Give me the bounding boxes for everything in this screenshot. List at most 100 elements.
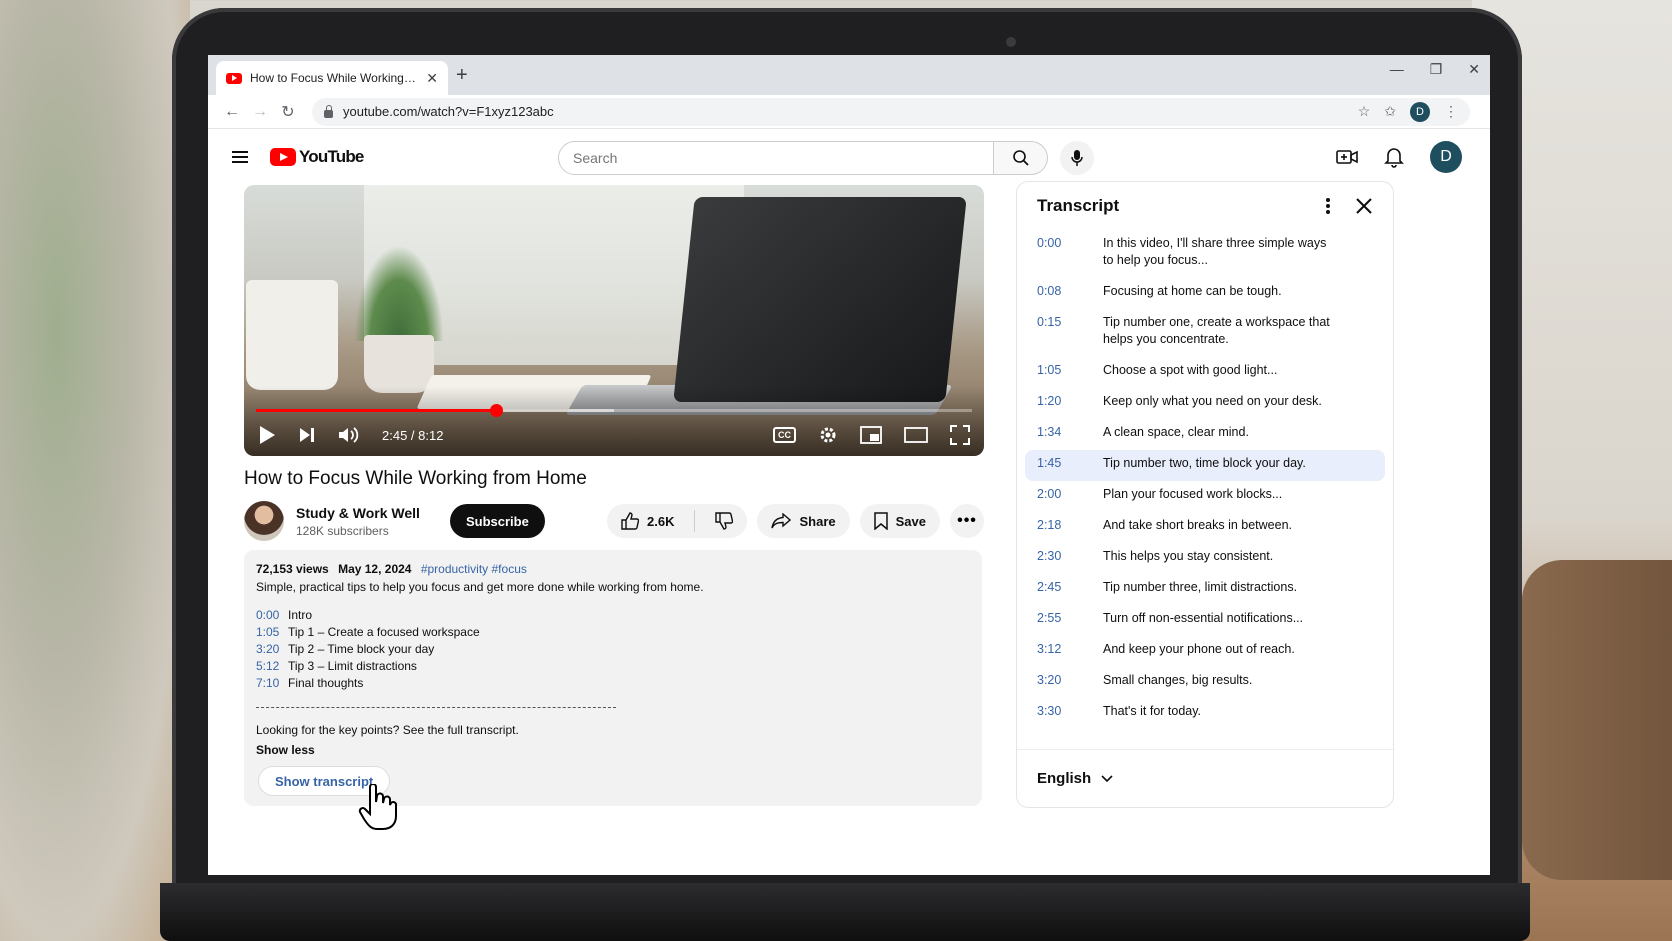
subscribe-button[interactable]: Subscribe [449,504,545,538]
chapter-label: Tip 3 – Limit distractions [288,659,417,673]
chapter-timestamp[interactable]: 7:10 [256,676,288,693]
volume-icon [339,427,359,443]
player-right-controls: CC [773,425,970,445]
transcript-line[interactable]: 2:45 Tip number three, limit distractions… [1025,574,1385,605]
share-button[interactable]: Share [757,504,850,538]
chapter-label: Tip 2 – Time block your day [288,642,435,656]
description-box[interactable]: 72,153 views May 12, 2024 #productivity … [244,550,982,806]
settings-gear-icon[interactable] [818,425,838,445]
miniplayer-icon[interactable] [860,426,882,444]
address-bar[interactable]: youtube.com/watch?v=F1xyz123abc ☆ ✩ D ⋮ [312,97,1470,126]
video-player[interactable]: 2:45 / 8:12 CC [244,185,984,456]
more-vertical-icon[interactable] [1325,197,1331,215]
menu-icon[interactable] [232,151,248,163]
captions-icon[interactable]: CC [773,427,796,443]
transcript-line[interactable]: 1:05 Choose a spot with good light... [1025,357,1385,388]
new-tab-icon[interactable]: + [456,64,468,87]
bookmark-icon [873,512,888,530]
close-window-icon[interactable]: ✕ [1468,61,1480,78]
star-bookmark-icon[interactable]: ☆ [1358,103,1371,120]
search-input[interactable]: Search [558,141,994,175]
restore-icon[interactable]: ❐ [1430,61,1443,78]
create-video-icon[interactable] [1336,148,1358,166]
language-selector[interactable]: English [1017,749,1393,807]
transcript-text: Tip number two, time block your day. [1103,456,1306,470]
progress-bar[interactable] [256,404,972,417]
browser-profile-avatar[interactable]: D [1410,101,1430,122]
theater-mode-icon[interactable] [904,427,928,443]
like-button[interactable]: 2.6K [621,512,674,530]
transcript-line[interactable]: 2:00 Plan your focused work blocks... [1025,481,1385,512]
chapter-label: Final thoughts [288,676,364,690]
youtube-logo[interactable]: YouTube [270,147,364,167]
notifications-bell-icon[interactable] [1384,146,1404,168]
close-tab-icon[interactable]: ✕ [426,70,438,87]
lock-icon [324,104,333,118]
transcript-timestamp: 0:00 [1037,236,1062,250]
channel-name[interactable]: Study & Work Well [296,505,420,521]
next-track-icon [300,428,314,442]
chapter-timestamp[interactable]: 3:20 [256,642,288,659]
transcript-line[interactable]: 1:45 Tip number two, time block your day. [1025,450,1385,481]
like-divider [694,510,696,532]
video-frame-pot [364,335,434,393]
show-less-link[interactable]: Show less [256,743,970,757]
transcript-line[interactable]: 3:20 Small changes, big results. [1025,667,1385,698]
next-button[interactable] [298,426,316,444]
transcript-line[interactable]: 2:30 This helps you stay consistent. [1025,543,1385,574]
thumbs-down-icon[interactable] [715,512,734,530]
save-button[interactable]: Save [859,504,940,538]
transcript-line[interactable]: 3:30 That's it for today. [1025,698,1385,729]
video-frame-laptop-screen [673,197,967,402]
transcript-timestamp: 3:20 [1037,673,1062,687]
transcript-title: Transcript [1037,196,1120,215]
chapter-list: 0:00 Intro 1:05 Tip 1 – Create a focused w… [256,608,970,693]
browser-menu-icon[interactable]: ⋮ [1444,103,1458,120]
youtube-favicon-icon [226,72,242,84]
logo-text: YouTube [299,147,364,166]
transcript-timestamp: 0:15 [1037,315,1062,329]
language-label: English [1037,770,1092,787]
transcript-line[interactable]: 0:15 Tip number one, create a workspace t… [1025,309,1385,357]
chapter-timestamp[interactable]: 0:00 [256,608,288,625]
transcript-line[interactable]: 0:00 In this video, I'll share three simp… [1025,230,1385,278]
save-label: Save [895,513,926,529]
transcript-line[interactable]: 2:55 Turn off non-essential notifications… [1025,605,1385,636]
play-icon [260,426,275,444]
bookmarks-icon[interactable]: ✩ [1384,103,1396,120]
account-avatar[interactable]: D [1430,141,1462,173]
browser-tab[interactable]: How to Focus While Working fr... ✕ [216,61,448,95]
transcript-header: Transcript [1017,182,1393,230]
chapter-timestamp[interactable]: 5:12 [256,659,288,676]
played-bar [256,409,496,412]
close-icon[interactable] [1355,197,1373,215]
transcript-line[interactable]: 2:18 And take short breaks in between. [1025,512,1385,543]
scrubber-handle[interactable] [489,404,503,417]
hashtags[interactable]: #productivity #focus [421,562,527,576]
chapter-timestamp[interactable]: 1:05 [256,625,288,642]
transcript-line[interactable]: 1:34 A clean space, clear mind. [1025,419,1385,450]
transcript-header-actions [1325,197,1373,215]
channel-avatar[interactable] [244,501,284,541]
browser-window: How to Focus While Working fr... ✕ + — ❐… [208,55,1490,875]
transcript-text: Tip number one, create a workspace that … [1103,315,1330,346]
more-actions-button[interactable]: ••• [950,504,984,538]
youtube-header: YouTube Search D [208,129,1490,185]
transcript-line[interactable]: 1:20 Keep only what you need on your desk… [1025,388,1385,419]
transcript-text: And take short breaks in between. [1103,518,1293,532]
fullscreen-icon[interactable] [950,425,970,445]
transcript-timestamp: 2:18 [1037,518,1062,532]
reload-icon[interactable]: ↻ [274,102,302,122]
volume-button[interactable] [338,426,360,444]
minimize-icon[interactable]: — [1390,61,1404,78]
play-button[interactable] [258,425,276,445]
transcript-line[interactable]: 0:08 Focusing at home can be tough. [1025,278,1385,309]
transcript-timestamp: 0:08 [1037,284,1062,298]
back-arrow-icon[interactable]: ← [218,103,246,121]
voice-search-button[interactable] [1060,141,1094,175]
header-actions: D [1336,141,1462,173]
video-title: How to Focus While Working from Home [244,468,587,489]
search-button[interactable] [994,141,1048,175]
forward-arrow-icon[interactable]: → [246,103,274,121]
transcript-line[interactable]: 3:12 And keep your phone out of reach. [1025,636,1385,667]
